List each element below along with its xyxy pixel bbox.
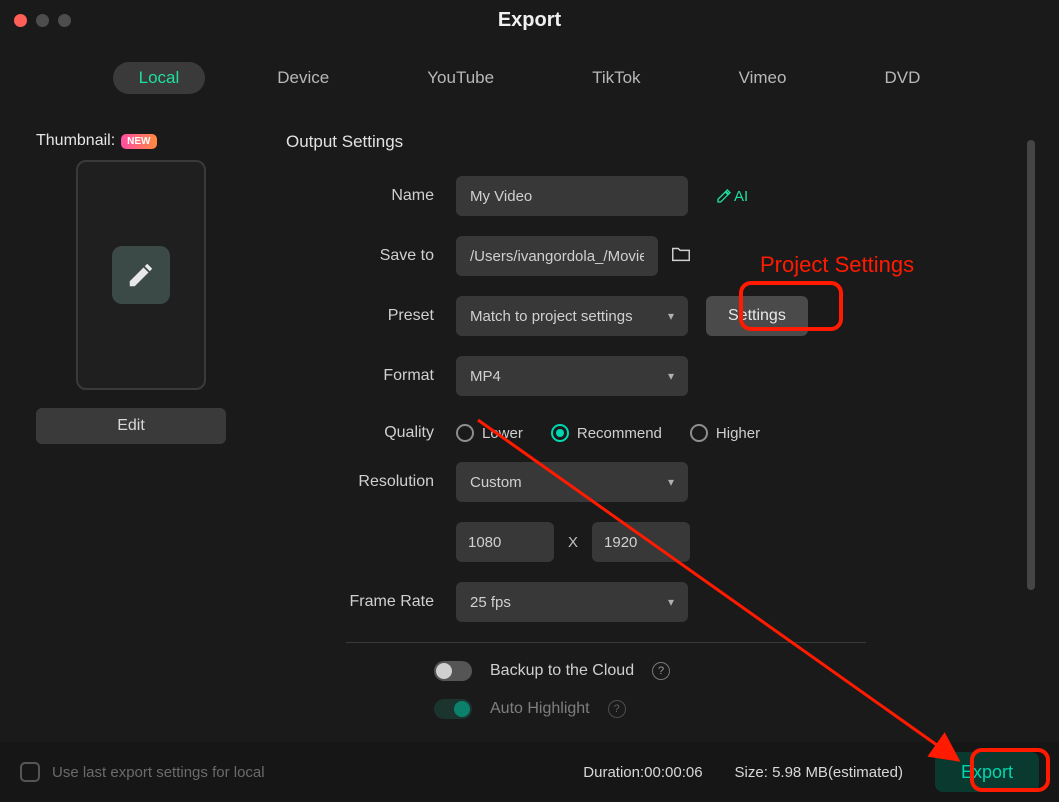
chevron-down-icon: ▾: [668, 309, 674, 323]
edit-thumbnail-button[interactable]: Edit: [36, 408, 226, 444]
backup-cloud-toggle[interactable]: [434, 661, 472, 681]
tab-device[interactable]: Device: [251, 62, 355, 94]
format-label: Format: [286, 367, 456, 385]
quality-label: Quality: [286, 424, 456, 442]
resolution-label: Resolution: [286, 473, 456, 491]
tab-tiktok[interactable]: TikTok: [566, 62, 667, 94]
quality-recommend[interactable]: Recommend: [551, 424, 662, 442]
zoom-window-button[interactable]: [58, 14, 71, 27]
format-value: MP4: [470, 368, 501, 385]
use-last-settings-label: Use last export settings for local: [52, 764, 265, 781]
close-window-button[interactable]: [14, 14, 27, 27]
auto-highlight-toggle[interactable]: [434, 699, 472, 719]
thumbnail-column: Thumbnail: NEW Edit: [36, 132, 246, 692]
size-info: Size: 5.98 MB(estimated): [735, 764, 903, 781]
quality-higher[interactable]: Higher: [690, 424, 760, 442]
auto-highlight-label: Auto Highlight: [490, 700, 590, 718]
export-tabs: Local Device YouTube TikTok Vimeo DVD: [0, 62, 1059, 94]
name-input[interactable]: [456, 176, 688, 216]
folder-icon[interactable]: [670, 243, 692, 270]
preset-settings-button[interactable]: Settings: [706, 296, 808, 336]
quality-radio-group: Lower Recommend Higher: [456, 424, 760, 442]
help-icon[interactable]: ?: [608, 700, 626, 718]
thumbnail-preview[interactable]: [76, 160, 206, 390]
thumbnail-placeholder-icon: [112, 246, 170, 304]
new-badge: NEW: [121, 134, 156, 149]
chevron-down-icon: ▾: [668, 369, 674, 383]
output-settings-panel: Output Settings Name AI Save to Preset M…: [286, 132, 1039, 692]
resolution-separator: X: [568, 534, 578, 551]
window-title: Export: [0, 9, 1059, 32]
backup-cloud-label: Backup to the Cloud: [490, 662, 634, 680]
titlebar: Export: [0, 0, 1059, 40]
scrollbar[interactable]: [1027, 140, 1035, 590]
chevron-down-icon: ▾: [668, 475, 674, 489]
tab-youtube[interactable]: YouTube: [401, 62, 520, 94]
framerate-select[interactable]: 25 fps ▾: [456, 582, 688, 622]
framerate-label: Frame Rate: [286, 593, 456, 611]
resolution-value: Custom: [470, 474, 522, 491]
tab-dvd[interactable]: DVD: [858, 62, 946, 94]
tab-vimeo[interactable]: Vimeo: [713, 62, 813, 94]
framerate-value: 25 fps: [470, 594, 511, 611]
resolution-width-input[interactable]: [456, 522, 554, 562]
main-content: Thumbnail: NEW Edit Output Settings Name…: [36, 132, 1039, 692]
resolution-height-input[interactable]: [592, 522, 690, 562]
divider: [346, 642, 866, 643]
window-controls: [14, 14, 71, 27]
ai-name-button[interactable]: AI: [716, 188, 748, 205]
export-button[interactable]: Export: [935, 752, 1039, 792]
format-select[interactable]: MP4 ▾: [456, 356, 688, 396]
name-label: Name: [286, 187, 456, 205]
minimize-window-button[interactable]: [36, 14, 49, 27]
chevron-down-icon: ▾: [668, 595, 674, 609]
bottom-bar: Use last export settings for local Durat…: [0, 742, 1059, 802]
preset-value: Match to project settings: [470, 308, 633, 325]
thumbnail-label: Thumbnail:: [36, 132, 115, 150]
output-settings-title: Output Settings: [286, 132, 1039, 152]
quality-lower[interactable]: Lower: [456, 424, 523, 442]
saveto-label: Save to: [286, 247, 456, 265]
help-icon[interactable]: ?: [652, 662, 670, 680]
preset-label: Preset: [286, 307, 456, 325]
resolution-select[interactable]: Custom ▾: [456, 462, 688, 502]
duration-info: Duration:00:00:06: [583, 764, 702, 781]
tab-local[interactable]: Local: [113, 62, 206, 94]
preset-select[interactable]: Match to project settings ▾: [456, 296, 688, 336]
use-last-settings-checkbox[interactable]: [20, 762, 40, 782]
saveto-input[interactable]: [456, 236, 658, 276]
